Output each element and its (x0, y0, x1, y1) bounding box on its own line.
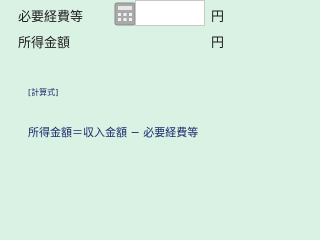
income-unit: 円 (211, 36, 225, 51)
formula-text: 所得金額＝収入金額 − 必要経費等 (28, 126, 199, 139)
expenses-unit: 円 (211, 10, 225, 25)
formula-heading: [計算式] (28, 88, 59, 97)
income-label: 所得金額 (18, 36, 71, 51)
expenses-label: 必要経費等 (18, 10, 84, 25)
expenses-input[interactable] (135, 0, 205, 26)
calculator-icon[interactable] (114, 2, 136, 26)
